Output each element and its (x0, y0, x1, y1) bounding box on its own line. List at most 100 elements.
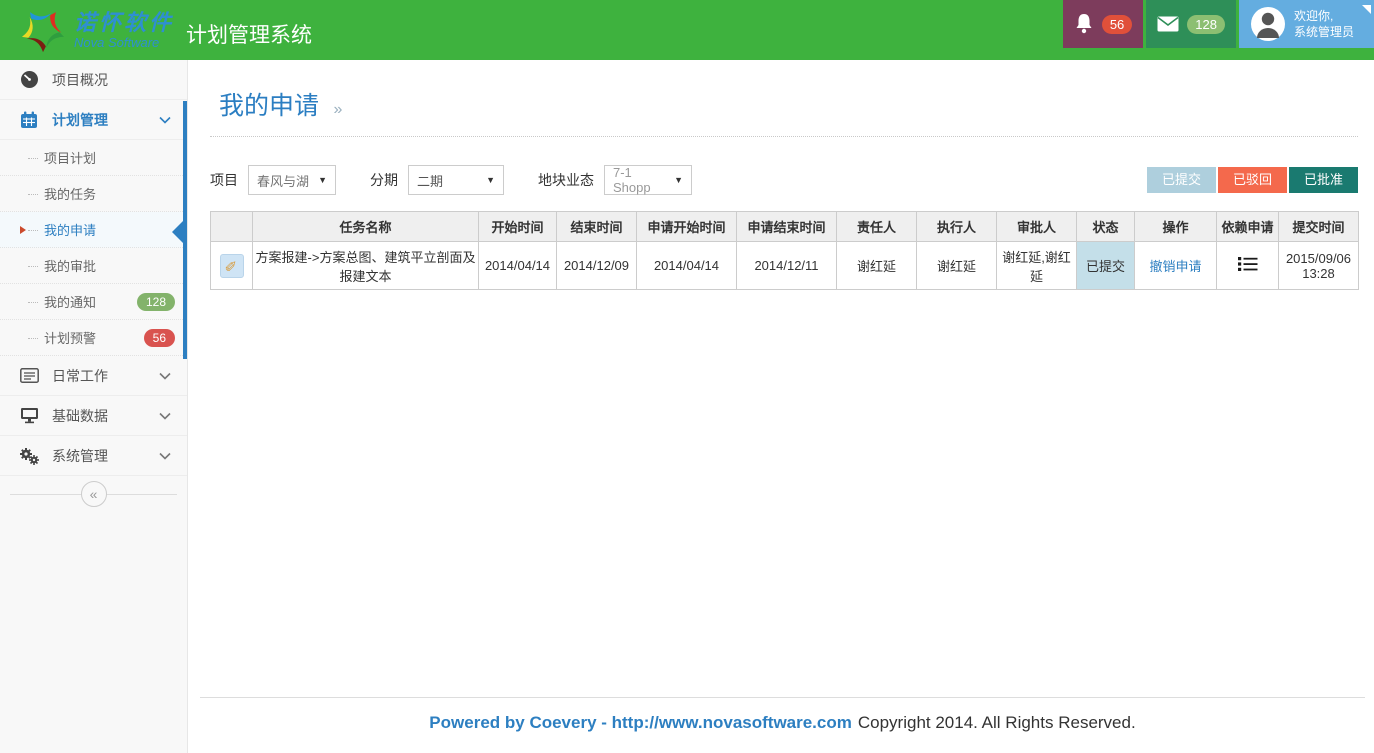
phase-select[interactable]: 二期 ▼ (408, 165, 504, 195)
sidebar-item-my-approvals[interactable]: 我的审批 (0, 248, 187, 284)
title-arrow-icon: » (333, 101, 342, 118)
end-time-cell: 2014/12/09 (557, 242, 637, 290)
collapse-icon: « (90, 486, 98, 502)
apply-start-time-cell: 2014/04/14 (637, 242, 737, 290)
legend-rejected-button[interactable]: 已驳回 (1218, 167, 1287, 193)
col-apply-start-time: 申请开始时间 (637, 212, 737, 242)
col-start-time: 开始时间 (479, 212, 557, 242)
notifications-button[interactable]: 56 (1063, 0, 1143, 48)
col-apply-end-time: 申请结束时间 (737, 212, 837, 242)
sidebar-item-my-applications[interactable]: 我的申请 (0, 212, 187, 248)
sidebar: 项目概况 计划管理 项目计划 我的任务 我的申请 我的审批 (0, 60, 188, 753)
plot-filter-label: 地块业态 (538, 170, 594, 190)
user-menu[interactable]: 欢迎你, 系统管理员 (1239, 0, 1374, 48)
sidebar-item-label: 系统管理 (52, 446, 108, 466)
sidebar-item-label: 我的通知 (44, 292, 96, 311)
col-status: 状态 (1077, 212, 1135, 242)
task-name-cell: 方案报建->方案总图、建筑平立剖面及报建文本 (253, 242, 479, 290)
col-executor: 执行人 (917, 212, 997, 242)
edit-button[interactable]: ✎ (220, 254, 244, 278)
sidebar-item-project-plan[interactable]: 项目计划 (0, 140, 187, 176)
phase-select-value: 二期 (417, 171, 480, 190)
sidebar-item-my-notifications[interactable]: 我的通知 128 (0, 284, 187, 320)
table-row: ✎ 方案报建->方案总图、建筑平立剖面及报建文本 2014/04/14 2014… (211, 242, 1359, 290)
user-avatar-icon (1250, 6, 1286, 42)
dashboard-icon (18, 70, 40, 89)
user-dropdown-caret-icon (1362, 5, 1371, 14)
sidebar-item-label: 我的申请 (44, 220, 96, 239)
chevron-down-icon (159, 116, 171, 124)
active-item-marker-icon (20, 226, 26, 234)
col-submit-time: 提交时间 (1279, 212, 1359, 242)
responsible-cell: 谢红延 (837, 242, 917, 290)
plot-select-value: 7-1 Shopp (613, 165, 668, 195)
col-end-time: 结束时间 (557, 212, 637, 242)
project-filter-label: 项目 (210, 170, 238, 190)
legend-approved-button[interactable]: 已批准 (1289, 167, 1358, 193)
col-task-name: 任务名称 (253, 212, 479, 242)
project-select[interactable]: 春风与湖 ▼ (248, 165, 336, 195)
title-divider (210, 136, 1358, 137)
submit-time-cell: 2015/09/06 13:28 (1279, 242, 1359, 290)
copyright-text: Copyright 2014. All Rights Reserved. (858, 713, 1136, 732)
page-footer: Powered by Coevery - http://www.novasoft… (200, 697, 1365, 753)
sidebar-item-label: 项目概况 (52, 70, 108, 90)
sidebar-item-label: 项目计划 (44, 148, 96, 167)
user-name: 系统管理员 (1294, 24, 1354, 40)
col-dependency: 依赖申请 (1217, 212, 1279, 242)
sidebar-item-label: 基础数据 (52, 406, 108, 426)
sidebar-active-accent (183, 101, 187, 359)
apply-end-time-cell: 2014/12/11 (737, 242, 837, 290)
sidebar-item-system-management[interactable]: 系统管理 (0, 436, 187, 476)
plan-management-submenu: 项目计划 我的任务 我的申请 我的审批 我的通知 128 计划预警 56 (0, 140, 187, 356)
list-details-icon (1238, 256, 1258, 272)
sidebar-collapse-button[interactable]: « (81, 481, 107, 507)
sidebar-item-basic-data[interactable]: 基础数据 (0, 396, 187, 436)
col-operation: 操作 (1135, 212, 1217, 242)
welcome-text: 欢迎你, (1294, 8, 1354, 24)
sidebar-collapse-row: « (0, 476, 187, 512)
edit-cell: ✎ (211, 242, 253, 290)
brand-name-cn: 诺怀软件 (74, 12, 174, 34)
table-header-row: 任务名称 开始时间 结束时间 申请开始时间 申请结束时间 责任人 执行人 审批人… (211, 212, 1359, 242)
operation-cell: 撤销申请 (1135, 242, 1217, 290)
chevron-down-icon (159, 412, 171, 420)
dependency-list-button[interactable] (1238, 256, 1258, 272)
brand: 诺怀软件 Nova Software (18, 5, 174, 55)
start-time-cell: 2014/04/14 (479, 242, 557, 290)
sidebar-item-project-overview[interactable]: 项目概况 (0, 60, 187, 100)
dropdown-caret-icon: ▼ (318, 175, 327, 185)
powered-by-link[interactable]: Powered by Coevery - http://www.novasoft… (429, 713, 852, 732)
message-count-badge: 128 (1187, 15, 1225, 34)
sidebar-item-label: 计划预警 (44, 328, 96, 347)
sidebar-item-daily-work[interactable]: 日常工作 (0, 356, 187, 396)
sidebar-item-my-tasks[interactable]: 我的任务 (0, 176, 187, 212)
calendar-icon (18, 111, 40, 129)
pencil-icon: ✎ (222, 259, 240, 272)
sidebar-item-plan-management[interactable]: 计划管理 (0, 100, 187, 140)
app-header: 诺怀软件 Nova Software 计划管理系统 56 128 (0, 0, 1374, 60)
withdraw-application-link[interactable]: 撤销申请 (1149, 259, 1201, 274)
status-badge: 已提交 (1077, 242, 1135, 290)
project-select-value: 春风与湖 (257, 171, 312, 190)
phase-filter-label: 分期 (370, 170, 398, 190)
nova-logo-icon (18, 5, 68, 55)
col-approver: 审批人 (997, 212, 1077, 242)
monitor-icon (18, 407, 40, 424)
executor-cell: 谢红延 (917, 242, 997, 290)
list-icon (18, 368, 40, 383)
col-responsible: 责任人 (837, 212, 917, 242)
chevron-down-icon (159, 372, 171, 380)
warnings-count-badge: 56 (144, 329, 175, 347)
envelope-icon (1157, 16, 1179, 32)
legend-submitted-button[interactable]: 已提交 (1147, 167, 1216, 193)
sidebar-item-label: 日常工作 (52, 366, 108, 386)
applications-table: 任务名称 开始时间 结束时间 申请开始时间 申请结束时间 责任人 执行人 审批人… (210, 211, 1359, 290)
sidebar-item-plan-warnings[interactable]: 计划预警 56 (0, 320, 187, 356)
page-title: 我的申请 (219, 92, 319, 120)
col-edit (211, 212, 253, 242)
plot-select[interactable]: 7-1 Shopp ▼ (604, 165, 692, 195)
notification-count-badge: 56 (1102, 15, 1132, 34)
messages-button[interactable]: 128 (1146, 0, 1236, 48)
sidebar-item-label: 我的审批 (44, 256, 96, 275)
